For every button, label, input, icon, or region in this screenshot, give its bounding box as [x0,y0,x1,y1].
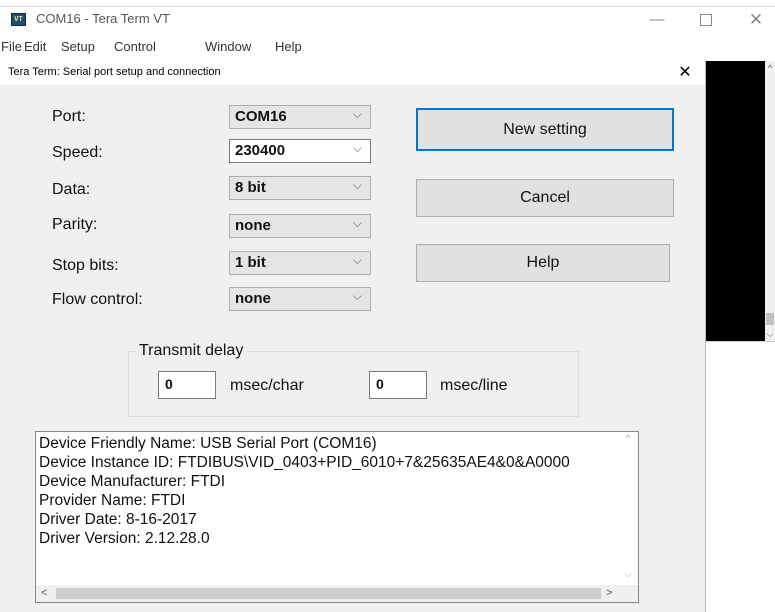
msec-per-line-input[interactable]: 0 [369,371,427,399]
menu-control[interactable]: Control [114,39,156,54]
dialog-title: Tera Term: Serial port setup and connect… [8,66,221,78]
port-value: COM16 [235,108,287,125]
transmit-delay-legend: Transmit delay [136,342,247,360]
help-button[interactable]: Help [416,244,670,282]
device-instance-id: Device Instance ID: FTDIBUS\VID_0403+PID… [39,454,570,471]
device-info-text: Device Friendly Name: USB Serial Port (C… [39,434,624,548]
horizontal-scroll-thumb[interactable] [56,588,601,599]
speed-select[interactable]: 230400 ⌵ [229,139,371,163]
port-label: Port: [52,108,86,125]
data-label: Data: [52,181,91,198]
msec-per-line-unit: msec/line [440,377,508,394]
msec-per-char-unit: msec/char [230,377,304,394]
scroll-thumb[interactable] [766,313,774,325]
msec-per-char-input[interactable]: 0 [158,371,216,399]
chevron-down-icon: ⌵ [352,289,362,303]
info-horizontal-scrollbar[interactable]: < > [36,585,621,602]
speed-value: 230400 [235,142,286,159]
dialog-close-button[interactable]: ✕ [672,61,698,85]
serial-port-dialog: Tera Term: Serial port setup and connect… [0,61,706,612]
parity-value: none [235,217,271,234]
flow-control-value: none [235,290,271,307]
dialog-titlebar[interactable]: Tera Term: Serial port setup and connect… [0,61,705,86]
window-title: COM16 - Tera Term VT [36,11,170,26]
menu-setup[interactable]: Setup [61,39,95,54]
scroll-up-arrow[interactable]: ^ [626,433,630,443]
scroll-down-arrow[interactable]: ⌵ [765,327,775,341]
terminal-bottom-border [705,341,775,342]
device-info-box[interactable]: Device Friendly Name: USB Serial Port (C… [35,431,639,603]
minimize-button[interactable]: — [637,7,677,33]
terminal-area[interactable] [705,61,765,341]
new-setting-button[interactable]: New setting [416,108,674,151]
maximize-icon [700,14,712,27]
chevron-down-icon: ⌵ [352,216,362,230]
speed-label: Speed: [52,144,103,161]
menu-bar: File Edit Setup Control Window Help [0,37,775,57]
info-vertical-scrollbar[interactable]: ^ ⌵ [621,432,638,585]
menu-window[interactable]: Window [205,39,251,54]
device-manufacturer: Device Manufacturer: FTDI [39,473,226,490]
parity-label: Parity: [52,216,98,233]
scroll-up-arrow[interactable]: ^ [765,61,775,75]
chevron-down-icon: ⌵ [352,178,362,192]
menu-file[interactable]: File [1,39,22,54]
stop-bits-label: Stop bits: [52,257,119,274]
terminal-scrollbar[interactable]: ^ ⌵ [765,61,775,341]
scroll-down-arrow[interactable]: ⌵ [625,569,632,580]
menu-edit[interactable]: Edit [24,39,46,54]
close-window-button[interactable]: ✕ [736,7,775,33]
data-select[interactable]: 8 bit ⌵ [229,176,371,200]
chevron-down-icon: ⌵ [352,107,362,121]
data-value: 8 bit [235,179,266,196]
scrollbar-corner [621,585,638,602]
stop-bits-value: 1 bit [235,254,266,271]
maximize-button[interactable] [686,7,726,33]
parity-select[interactable]: none ⌵ [229,214,371,238]
chevron-down-icon: ⌵ [352,253,362,267]
flow-control-label: Flow control: [52,291,143,308]
flow-control-select[interactable]: none ⌵ [229,287,371,311]
device-friendly-name: Device Friendly Name: USB Serial Port (C… [39,435,377,452]
provider-name: Provider Name: FTDI [39,492,186,509]
scroll-right-arrow[interactable]: > [606,587,612,599]
scroll-left-arrow[interactable]: < [41,587,47,599]
tera-term-app-icon[interactable]: VT [11,13,26,26]
driver-version: Driver Version: 2.12.28.0 [39,530,210,547]
chevron-down-icon: ⌵ [352,141,362,155]
port-select[interactable]: COM16 ⌵ [229,105,371,129]
stop-bits-select[interactable]: 1 bit ⌵ [229,251,371,275]
menu-help[interactable]: Help [275,39,302,54]
driver-date: Driver Date: 8-16-2017 [39,511,197,528]
cancel-button[interactable]: Cancel [416,179,674,217]
